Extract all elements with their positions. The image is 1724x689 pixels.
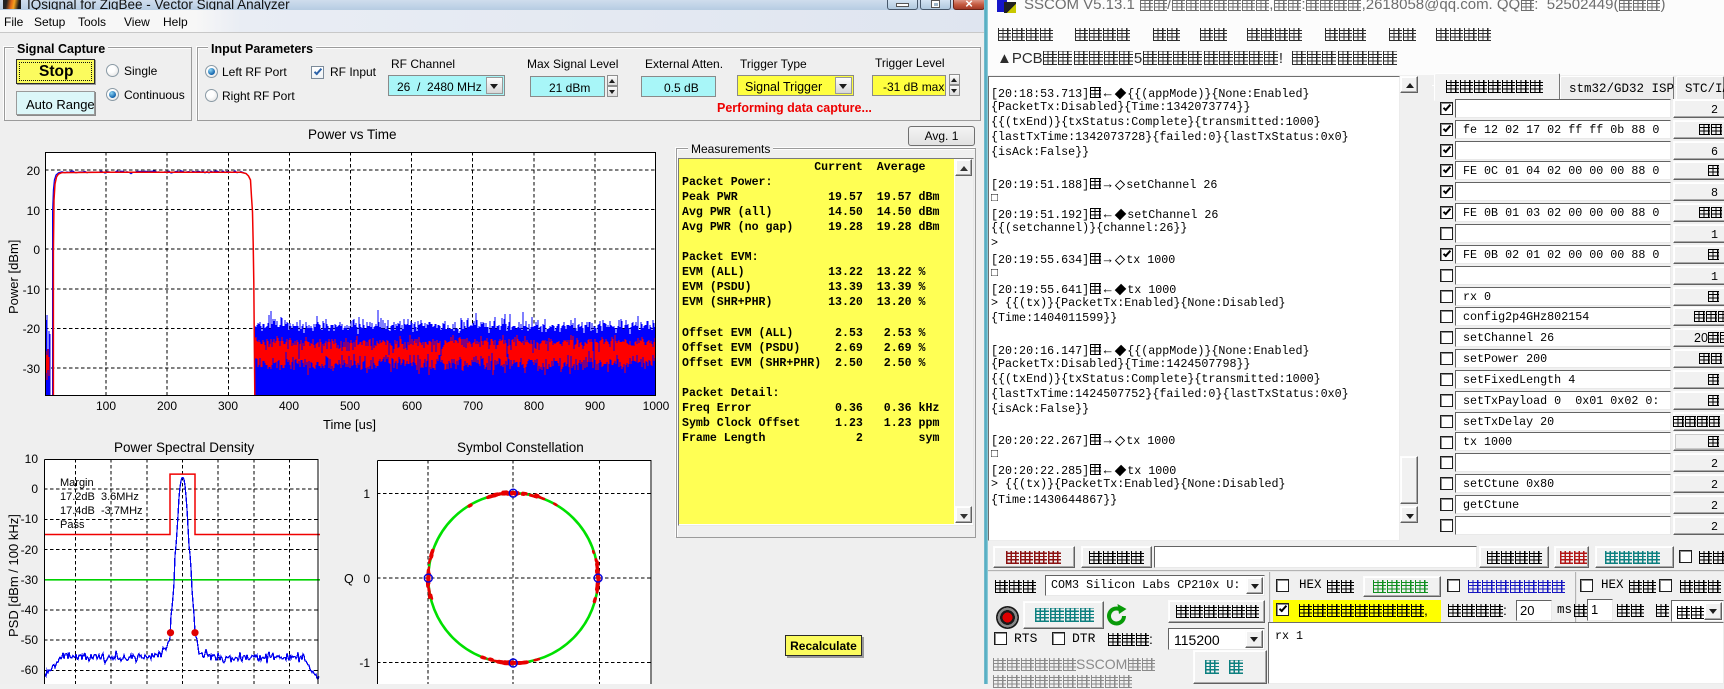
svg-text:17.2dB 3.6MHz: 17.2dB 3.6MHz bbox=[60, 491, 139, 503]
svg-text:17.4dB -3.7MHz: 17.4dB -3.7MHz bbox=[60, 505, 143, 517]
svg-text:Margin: Margin bbox=[60, 477, 94, 489]
svg-text:Pass: Pass bbox=[60, 519, 85, 531]
